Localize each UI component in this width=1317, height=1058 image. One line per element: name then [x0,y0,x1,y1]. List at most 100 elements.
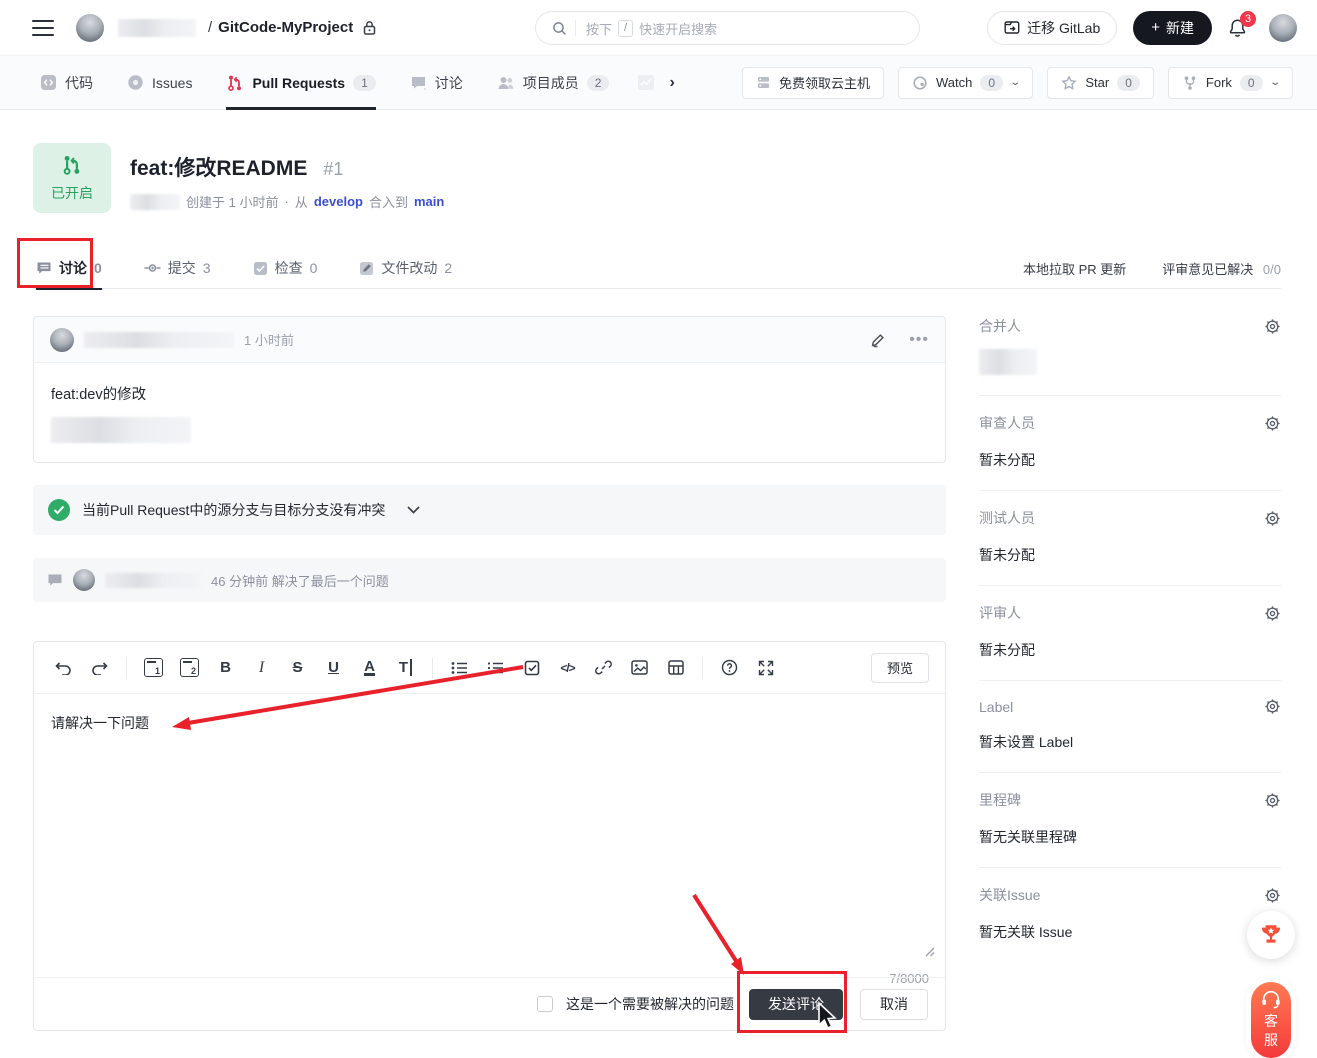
watch-dropdown-chevron-icon[interactable]: ⌄ [1009,77,1021,88]
search-input[interactable]: 按下 / 快速开启搜索 [535,11,920,45]
font-size-icon[interactable]: T [392,654,419,681]
comment-author-blurred [84,332,234,348]
comment-avatar[interactable] [50,328,74,352]
search-icon [552,21,567,36]
pr-tab-bar: 讨论 0 提交 3 检查 0 文件改动 2 本地拉取 PR 更新 评审意见已解决… [33,248,1281,289]
watch-icon [912,75,928,91]
undo-icon[interactable] [50,654,77,681]
bold-icon[interactable]: B [212,654,239,681]
pr-tab-file-changes[interactable]: 文件改动 2 [359,248,452,289]
testers-gear-icon[interactable] [1264,510,1281,527]
org-avatar[interactable] [76,14,104,42]
star-icon [1061,75,1077,91]
edit-pencil-icon[interactable] [870,331,887,348]
pull-pr-update-link[interactable]: 本地拉取 PR 更新 [1023,259,1126,278]
sidebar-section-linked-issue: 关联Issue 暂无关联 Issue [979,868,1281,962]
review-resolved-status[interactable]: 评审意见已解决 0/0 [1162,259,1281,278]
timeline-comment-icon [47,573,63,588]
cancel-button[interactable]: 取消 [860,989,928,1020]
watch-button[interactable]: Watch 0 ⌄ [898,67,1033,99]
heading2-icon[interactable]: 2 [176,654,203,681]
ordered-list-icon[interactable] [482,654,509,681]
fullscreen-icon[interactable] [752,654,779,681]
source-branch-link[interactable]: develop [314,194,363,209]
statistics-icon[interactable] [637,74,655,91]
timeline-time: 46 分钟前 [211,574,268,589]
reviewers-gear-icon[interactable] [1264,415,1281,432]
bullet-list-icon[interactable] [446,654,473,681]
underline-icon[interactable]: U [320,654,347,681]
pr-author-blurred [130,194,180,210]
new-button[interactable]: + 新建 [1133,11,1212,45]
fork-icon [1182,75,1198,91]
comment-body-text: feat:dev的修改 [51,383,928,404]
font-color-icon[interactable]: A [356,654,383,681]
fork-button[interactable]: Fork 0 ⌄ [1168,67,1293,99]
hamburger-menu-icon[interactable] [32,20,54,36]
image-icon[interactable] [626,654,653,681]
comment-body-blurred [51,417,191,443]
code-block-icon[interactable]: </> [554,654,581,681]
merger-gear-icon[interactable] [1264,318,1281,335]
sidebar-section-merger: 合并人 [979,299,1281,396]
conflict-expand-chevron-icon[interactable] [407,506,420,514]
needs-resolution-checkbox[interactable] [537,996,553,1012]
pr-state-badge: 已开启 [33,143,111,213]
file-changes-icon [359,261,374,276]
owner-name-blurred [118,19,196,37]
send-comment-button[interactable]: 发送评论 [749,989,843,1020]
resize-handle-icon[interactable] [922,944,935,962]
resolved-count: 0/0 [1263,262,1281,277]
pr-tab-checks[interactable]: 检查 0 [253,248,318,289]
migrate-gitlab-button[interactable]: 迁移 GitLab [987,11,1117,45]
milestone-gear-icon[interactable] [1264,792,1281,809]
heading1-icon[interactable]: 1 [140,654,167,681]
help-icon[interactable] [716,654,743,681]
timeline-event: 46 分钟前 解决了最后一个问题 [33,558,946,602]
pr-title: feat:修改README [130,152,307,182]
star-button[interactable]: Star 0 [1047,67,1154,99]
star-count-badge: 0 [1117,75,1140,91]
tab-issues[interactable]: Issues [127,56,192,110]
assessors-gear-icon[interactable] [1264,605,1281,622]
tab-members[interactable]: 项目成员 2 [497,56,610,110]
linked-issue-gear-icon[interactable] [1264,887,1281,904]
merger-name-blurred [979,349,1037,375]
table-icon[interactable] [662,654,689,681]
headset-icon [1260,989,1282,1009]
commit-icon [144,262,161,274]
top-header: / GitCode-MyProject 按下 / 快速开启搜索 迁移 GitLa… [0,0,1317,56]
notifications-button[interactable]: 3 [1228,18,1247,38]
pr-tab-commits[interactable]: 提交 3 [144,248,211,289]
pr-description-card: 1 小时前 ••• feat:dev的修改 [33,316,946,463]
task-list-icon[interactable] [518,654,545,681]
tab-code[interactable]: 代码 [40,56,93,110]
nav-overflow-chevron-icon[interactable]: › [669,74,674,92]
pr-tab-discussion[interactable]: 讨论 0 [36,248,102,289]
strikethrough-icon[interactable]: S [284,654,311,681]
italic-icon[interactable]: I [248,654,275,681]
timeline-avatar[interactable] [73,569,95,591]
preview-button[interactable]: 预览 [871,653,929,683]
label-gear-icon[interactable] [1264,698,1281,715]
rewards-floating-button[interactable] [1247,911,1295,959]
customer-support-floating-button[interactable]: 客服 [1251,982,1291,1058]
comment-textarea[interactable]: 请解决一下问题 [34,694,945,978]
free-cloud-host-button[interactable]: 免费领取云主机 [742,67,884,99]
tab-discussions[interactable]: 讨论 [410,56,463,110]
checks-icon [253,261,268,276]
comment-header: 1 小时前 ••• [34,317,945,363]
more-actions-icon[interactable]: ••• [909,331,929,349]
pr-open-icon [61,154,83,176]
project-name[interactable]: GitCode-MyProject [218,19,353,36]
pull-request-icon [226,74,244,92]
redo-icon[interactable] [86,654,113,681]
target-branch-link[interactable]: main [414,194,444,209]
tab-pull-requests[interactable]: Pull Requests 1 [226,56,375,110]
sidebar-section-reviewers: 审查人员 暂未分配 [979,396,1281,491]
user-avatar[interactable] [1269,14,1297,42]
fork-dropdown-chevron-icon[interactable]: ⌄ [1269,77,1281,88]
link-icon[interactable] [590,654,617,681]
timeline-action: 解决了最后一个问题 [272,574,389,589]
sidebar-section-milestone: 里程碑 暂无关联里程碑 [979,773,1281,868]
